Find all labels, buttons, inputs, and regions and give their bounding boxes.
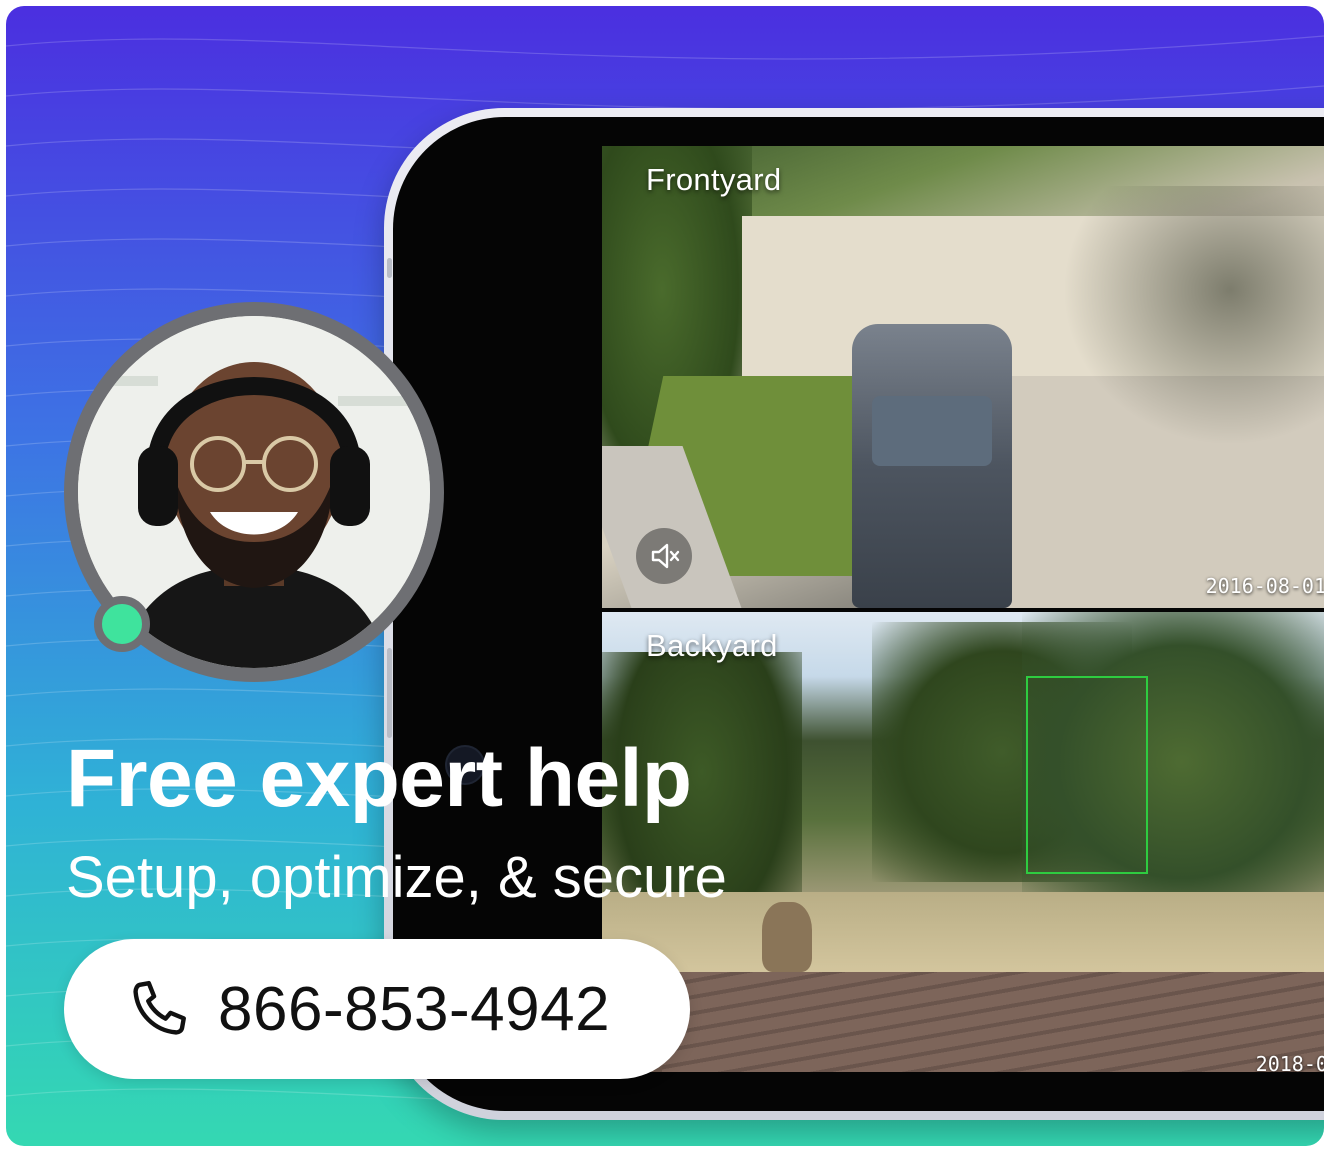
support-banner: Frontyard 2016-08-01 Backyard 2018-07- <box>6 6 1324 1146</box>
online-status-indicator <box>94 596 150 652</box>
feed-label-frontyard: Frontyard <box>646 162 782 197</box>
phone-side-button <box>387 258 392 278</box>
subheadline: Setup, optimize, & secure <box>66 845 727 910</box>
feed-timestamp-backyard: 2018-07- <box>1255 1052 1324 1072</box>
phone-number: 866-853-4942 <box>218 974 611 1044</box>
car-windshield <box>872 396 992 466</box>
phone-icon <box>133 980 186 1035</box>
camera-feed-backyard[interactable]: Backyard 2018-07- <box>602 612 1324 1072</box>
mute-button[interactable] <box>636 528 692 584</box>
phone-side-button <box>387 648 392 738</box>
motion-detection-box <box>1026 676 1148 874</box>
shadow <box>1062 186 1324 446</box>
camera-feed-frontyard[interactable]: Frontyard 2016-08-01 <box>602 146 1324 608</box>
speaker-muted-icon <box>651 543 680 569</box>
feed-label-backyard: Backyard <box>646 628 778 663</box>
deck <box>662 972 1324 1072</box>
headline: Free expert help <box>66 733 692 824</box>
deer <box>762 902 812 972</box>
car <box>852 324 1012 608</box>
call-phone-button[interactable]: 866-853-4942 <box>64 939 690 1079</box>
feed-timestamp-frontyard: 2016-08-01 <box>1205 574 1324 598</box>
